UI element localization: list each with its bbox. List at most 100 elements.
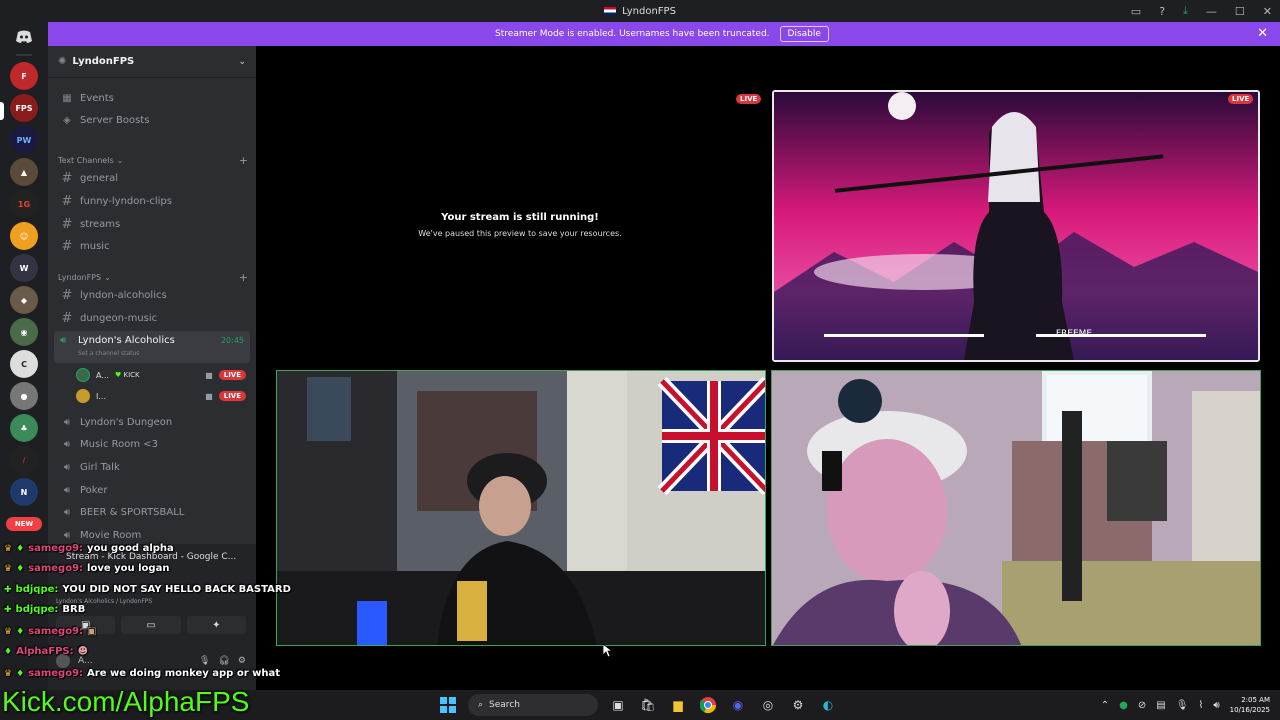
- voice-channel[interactable]: 🔊︎ BEER & SPORTSBALL: [56, 502, 250, 522]
- server-boosts-label: Server Boosts: [80, 114, 150, 126]
- server-icon[interactable]: ◆: [10, 286, 38, 314]
- server-icon[interactable]: N: [10, 478, 38, 506]
- server-icon[interactable]: ☺: [10, 222, 38, 250]
- edge-icon[interactable]: ◐: [818, 695, 838, 715]
- voice-user-name: A...: [96, 370, 109, 380]
- server-icon[interactable]: ♣: [10, 414, 38, 442]
- rail-separator: [16, 54, 32, 56]
- category-text-channels[interactable]: Text Channels ⌄ +: [58, 154, 248, 167]
- volume-icon[interactable]: 🔊︎: [1213, 700, 1219, 711]
- task-view-icon[interactable]: ▣: [608, 695, 628, 715]
- badge-icon: ♦: [16, 563, 25, 574]
- chat-overlay: ♛ ♦ samego9: you good alpha ♛ ♦ samego9: l…: [0, 540, 320, 690]
- channel-music[interactable]: # music: [56, 236, 250, 256]
- webcam-tile-1[interactable]: [276, 370, 766, 646]
- windows-start-icon[interactable]: [438, 695, 458, 715]
- tray-app-icon[interactable]: ▤: [1156, 700, 1165, 711]
- server-icon[interactable]: ▲: [10, 158, 38, 186]
- chrome-icon[interactable]: [698, 695, 718, 715]
- badge-icon: ♦: [4, 646, 13, 657]
- chat-text: BRB: [62, 604, 86, 615]
- server-icon[interactable]: ●: [10, 382, 38, 410]
- kick-tag-label: KICK: [123, 371, 140, 379]
- webcam-tile-2[interactable]: [771, 370, 1261, 646]
- discord-home-icon[interactable]: [12, 28, 36, 46]
- close-button[interactable]: ✕: [1263, 5, 1272, 18]
- server-badge-icon: ✺: [58, 56, 67, 67]
- server-icon[interactable]: /: [10, 446, 38, 474]
- voice-channel-active[interactable]: 🔊︎ Lyndon's Alcoholics 20:45 Set a chann…: [54, 331, 250, 363]
- server-icon[interactable]: 1G: [10, 190, 38, 218]
- store-icon[interactable]: 🛍︎: [638, 695, 658, 715]
- server-icon[interactable]: W: [10, 254, 38, 282]
- chat-username: samego9:: [28, 626, 84, 637]
- help-icon[interactable]: ?: [1159, 5, 1165, 18]
- app-root: LyndonFPS ▭ ? ⤓ — ☐ ✕ Streamer Mode is e…: [0, 0, 1280, 720]
- channel-label: lyndon-alcoholics: [80, 289, 167, 301]
- chat-username: bdjqpe:: [15, 604, 59, 615]
- speaker-icon: 🔊︎: [63, 416, 71, 428]
- file-explorer-icon[interactable]: ▆: [668, 695, 688, 715]
- server-icon-lyndonfps[interactable]: FPS: [10, 94, 38, 122]
- window-title: LyndonFPS: [604, 6, 676, 17]
- add-channel-icon[interactable]: +: [239, 154, 248, 167]
- channel-status[interactable]: Set a channel status: [78, 350, 139, 357]
- wifi-icon[interactable]: ⌇: [1198, 700, 1203, 711]
- stream-tile[interactable]: FREEME: [772, 90, 1260, 362]
- channel-label: music: [80, 240, 110, 252]
- channel-funny-lyndon-clips[interactable]: # funny-lyndon-clips: [56, 191, 250, 211]
- channel-general[interactable]: # general: [56, 168, 250, 188]
- speaker-icon: 🔊︎: [63, 529, 71, 541]
- badge-icon: ✚: [4, 584, 12, 595]
- kick-link-overlay: Kick.com/AlphaFPS: [2, 686, 250, 717]
- taskbar-search[interactable]: ⌕ Search: [468, 694, 598, 716]
- tray-app-icon[interactable]: ⊘: [1138, 700, 1146, 711]
- paused-subtext: We've paused this preview to save your r…: [418, 229, 622, 238]
- chat-username: samego9:: [28, 543, 84, 554]
- close-icon[interactable]: ✕: [1257, 26, 1268, 41]
- download-icon[interactable]: ⤓: [1183, 4, 1188, 18]
- disable-button[interactable]: Disable: [779, 26, 829, 42]
- voice-user[interactable]: A... ♥ KICK ■ LIVE: [76, 366, 246, 384]
- server-boosts-item[interactable]: ◈ Server Boosts: [56, 110, 250, 130]
- chat-message: ♦ AlphaFPS: ☻: [4, 646, 88, 657]
- clock[interactable]: 2:05 AM 10/16/2025: [1230, 695, 1270, 715]
- server-icon[interactable]: PW: [10, 126, 38, 154]
- chevron-up-icon[interactable]: ⌃: [1101, 700, 1109, 711]
- crown-icon: ♛: [4, 626, 13, 637]
- inbox-icon[interactable]: ▭: [1131, 5, 1141, 18]
- settings-icon[interactable]: ⚙: [788, 695, 808, 715]
- server-icon[interactable]: ◉: [10, 318, 38, 346]
- window-title-text: LyndonFPS: [622, 5, 676, 17]
- category-lyndonfps[interactable]: LyndonFPS ⌄ +: [58, 271, 248, 284]
- server-icon[interactable]: C: [10, 350, 38, 378]
- server-header[interactable]: ✺ LyndonFPS ⌄: [48, 46, 256, 78]
- chevron-down-icon: ⌄: [238, 56, 246, 67]
- voice-channel[interactable]: 🔊︎ Music Room <3: [56, 434, 250, 454]
- hash-icon: #: [61, 170, 73, 186]
- live-badge: LIVE: [218, 391, 246, 401]
- banner-text: Streamer Mode is enabled. Usernames have…: [495, 29, 770, 39]
- voice-channel[interactable]: 🔊︎ Poker: [56, 480, 250, 500]
- discord-icon[interactable]: ◉: [728, 695, 748, 715]
- channel-label: Girl Talk: [80, 461, 120, 473]
- voice-channel[interactable]: 🔊︎ Lyndon's Dungeon: [56, 412, 250, 432]
- channel-streams[interactable]: # streams: [56, 214, 250, 234]
- add-channel-icon[interactable]: +: [239, 271, 248, 284]
- server-name: LyndonFPS: [72, 56, 135, 67]
- channel-label: BEER & SPORTSBALL: [80, 506, 185, 518]
- tray-app-icon[interactable]: ●: [1119, 700, 1128, 711]
- channel-label: Music Room <3: [80, 438, 159, 450]
- paused-stream-tile[interactable]: Your stream is still running! We've paus…: [276, 96, 764, 366]
- obs-icon[interactable]: ◎: [758, 695, 778, 715]
- channel-dungeon-music[interactable]: # dungeon-music: [56, 308, 250, 328]
- voice-channel[interactable]: 🔊︎ Girl Talk: [56, 457, 250, 477]
- crown-icon: ♛: [4, 668, 13, 679]
- server-icon[interactable]: F: [10, 62, 38, 90]
- channel-lyndon-alcoholics[interactable]: # lyndon-alcoholics: [56, 285, 250, 305]
- microphone-icon[interactable]: 🎙︎: [1176, 700, 1189, 711]
- voice-user[interactable]: I... ■ LIVE: [76, 387, 246, 405]
- events-item[interactable]: ▦ Events: [56, 88, 250, 108]
- minimize-button[interactable]: —: [1206, 5, 1217, 18]
- maximize-button[interactable]: ☐: [1235, 5, 1245, 18]
